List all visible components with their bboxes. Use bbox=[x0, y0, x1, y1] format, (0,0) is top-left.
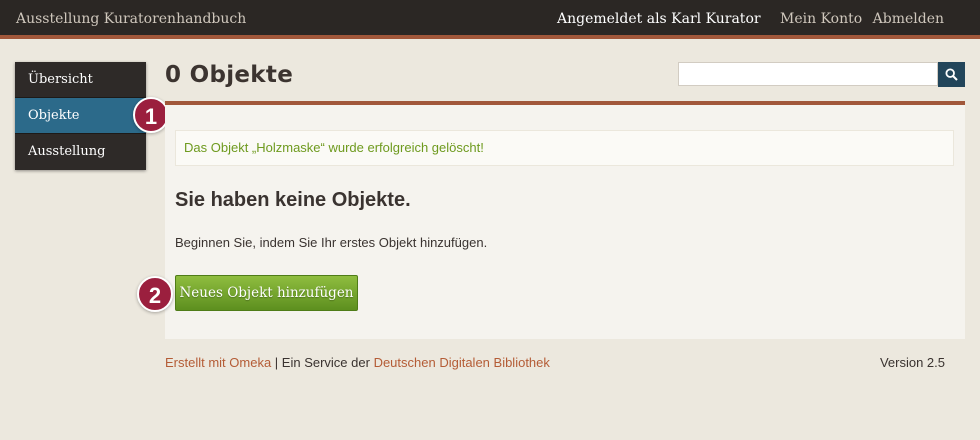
logged-in-label: Angemeldet als Karl Kurator bbox=[556, 11, 761, 27]
footer: Erstellt mit Omeka | Ein Service der Deu… bbox=[165, 355, 945, 370]
search-button[interactable] bbox=[938, 62, 965, 87]
search-input[interactable] bbox=[678, 62, 938, 86]
version-label: Version 2.5 bbox=[879, 355, 945, 370]
user-area: Angemeldet als Karl Kurator Mein Konto A… bbox=[557, 11, 944, 27]
footer-separator-text: | Ein Service der bbox=[271, 355, 374, 370]
sidebar-item-uebersicht[interactable]: Übersicht bbox=[15, 62, 146, 98]
annotation-badge-1: 1 bbox=[133, 97, 169, 133]
empty-state-heading: Sie haben keine Objekte. bbox=[175, 189, 411, 211]
omeka-link[interactable]: Erstellt mit Omeka bbox=[165, 355, 271, 370]
sidebar-item-objekte[interactable]: Objekte bbox=[15, 98, 146, 134]
ddb-link[interactable]: Deutschen Digitalen Bibliothek bbox=[374, 355, 550, 370]
main-content: Das Objekt „Holzmaske“ wurde erfolgreich… bbox=[165, 101, 965, 339]
site-title-link[interactable]: Ausstellung Kuratorenhandbuch bbox=[16, 11, 246, 27]
account-link[interactable]: Mein Konto bbox=[780, 11, 862, 27]
add-item-button[interactable]: Neues Objekt hinzufügen bbox=[175, 275, 358, 311]
logout-link[interactable]: Abmelden bbox=[873, 11, 944, 27]
page-title: 0 Objekte bbox=[165, 62, 294, 88]
sidebar-item-ausstellung[interactable]: Ausstellung bbox=[15, 134, 146, 170]
empty-state-text: Beginnen Sie, indem Sie Ihr erstes Objek… bbox=[175, 235, 488, 250]
success-flash-message: Das Objekt „Holzmaske“ wurde erfolgreich… bbox=[175, 130, 954, 166]
search-icon bbox=[945, 68, 958, 81]
sidebar-nav: Übersicht Objekte Ausstellung bbox=[15, 62, 146, 170]
annotation-badge-2: 2 bbox=[137, 276, 173, 312]
top-bar: Ausstellung Kuratorenhandbuch Angemeldet… bbox=[0, 0, 980, 39]
